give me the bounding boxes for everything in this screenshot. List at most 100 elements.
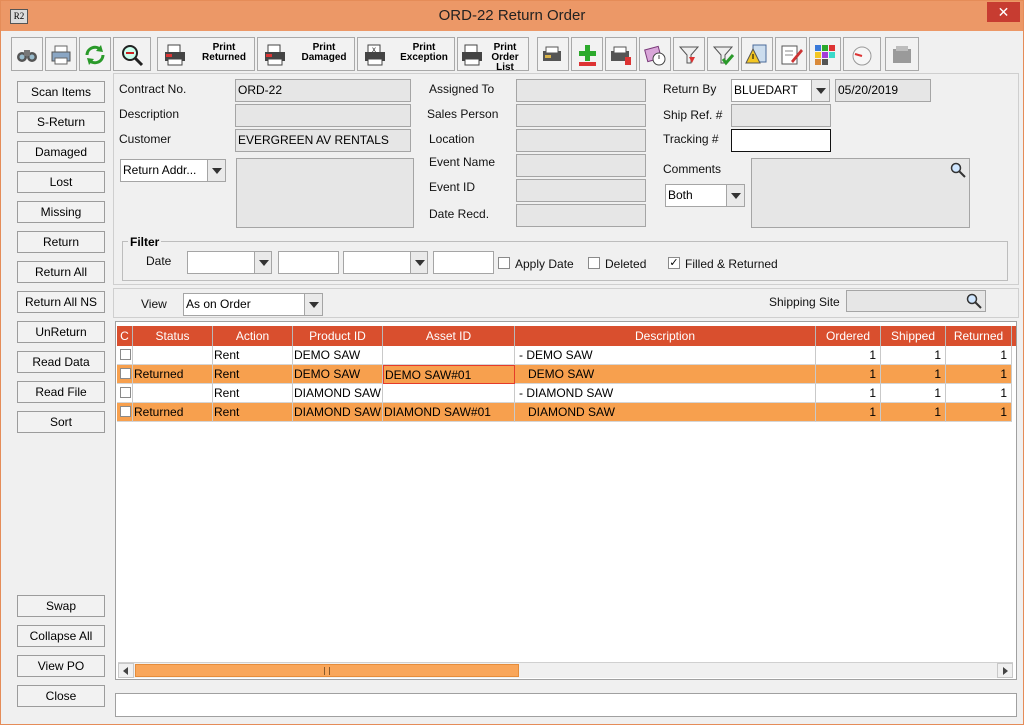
grid-colors-button[interactable]: [809, 37, 841, 71]
time-to-field[interactable]: [433, 251, 494, 274]
unreturn-button[interactable]: UnReturn: [17, 321, 105, 343]
printer-disabled-button[interactable]: [885, 37, 919, 71]
description-field[interactable]: [235, 104, 411, 127]
print-order-list-button[interactable]: Print Order List: [457, 37, 529, 73]
return-by-select[interactable]: BLUEDART: [731, 79, 830, 102]
column-header-description[interactable]: Description: [515, 326, 816, 346]
damaged-button[interactable]: Damaged: [17, 141, 105, 163]
close-window-button[interactable]: ✕: [987, 2, 1020, 22]
horizontal-scrollbar[interactable]: [118, 662, 1013, 678]
column-header-action[interactable]: Action: [213, 326, 293, 346]
column-header-shipped[interactable]: Shipped: [881, 326, 946, 346]
search-icon[interactable]: [950, 162, 966, 178]
cell-description: DEMO SAW: [515, 365, 816, 384]
table-row[interactable]: Rent DIAMOND SAW - DIAMOND SAW 1 1 1: [116, 384, 1016, 403]
table-row[interactable]: Rent DEMO SAW - DEMO SAW 1 1 1: [116, 346, 1016, 365]
ship-ref-label: Ship Ref. #: [663, 108, 723, 122]
return-all-button[interactable]: Return All: [17, 261, 105, 283]
read-file-button[interactable]: Read File: [17, 381, 105, 403]
filter-check-button[interactable]: [707, 37, 739, 71]
edit-button[interactable]: [775, 37, 807, 71]
print-returned-button[interactable]: Print Returned: [157, 37, 255, 71]
column-header-ordered[interactable]: Ordered: [816, 326, 881, 346]
return-by-value: BLUEDART: [734, 83, 798, 97]
scroll-right-button[interactable]: [997, 663, 1013, 678]
scroll-thumb[interactable]: [135, 664, 519, 677]
table-row[interactable]: Returned Rent DIAMOND SAW DIAMOND SAW#01…: [116, 403, 1016, 422]
column-header-c[interactable]: C: [117, 326, 133, 346]
filled-returned-checkbox[interactable]: ✓: [668, 257, 680, 269]
return-all-ns-button[interactable]: Return All NS: [17, 291, 105, 313]
calendar-clock-button[interactable]: [639, 37, 671, 71]
print-button[interactable]: [45, 37, 77, 71]
gauge-button[interactable]: [843, 37, 881, 71]
filter-date-label: Date: [146, 254, 172, 268]
column-header-returned[interactable]: Returned: [946, 326, 1012, 346]
time-from-field[interactable]: [278, 251, 339, 274]
sort-button[interactable]: Sort: [17, 411, 105, 433]
print-damaged-button[interactable]: Print Damaged: [257, 37, 355, 71]
collapse-all-button[interactable]: Collapse All: [17, 625, 105, 647]
deleted-checkbox[interactable]: [588, 257, 600, 269]
scroll-left-button[interactable]: [118, 663, 134, 678]
chevron-down-icon: [410, 252, 427, 273]
row-checkbox[interactable]: [120, 349, 131, 360]
binoculars-button[interactable]: [11, 37, 43, 71]
row-checkbox[interactable]: [120, 368, 131, 379]
missing-button[interactable]: Missing: [17, 201, 105, 223]
search-icon[interactable]: [966, 293, 982, 309]
apply-date-checkbox[interactable]: [498, 257, 510, 269]
print-exception-button[interactable]: x Print Exception: [357, 37, 455, 71]
date-from-select[interactable]: [187, 251, 272, 274]
cell-asset-id: DIAMOND SAW#01: [383, 403, 515, 422]
add-button[interactable]: [571, 37, 603, 71]
column-header-asset-id[interactable]: Asset ID: [383, 326, 515, 346]
cell-description: - DIAMOND SAW: [515, 384, 816, 403]
lost-button[interactable]: Lost: [17, 171, 105, 193]
svg-text:x: x: [372, 45, 376, 54]
close-button[interactable]: Close: [17, 685, 105, 707]
read-data-button[interactable]: Read Data: [17, 351, 105, 373]
row-checkbox[interactable]: [120, 406, 131, 417]
column-header-product-id[interactable]: Product ID: [293, 326, 383, 346]
sales-person-field[interactable]: [516, 104, 646, 127]
shipping-site-field[interactable]: [846, 290, 986, 312]
date-recd-field[interactable]: [516, 204, 646, 227]
assigned-to-field[interactable]: [516, 79, 646, 102]
warning-doc-button[interactable]: [741, 37, 773, 71]
s-return-button[interactable]: S-Return: [17, 111, 105, 133]
return-button[interactable]: Return: [17, 231, 105, 253]
tracking-field[interactable]: [731, 129, 831, 152]
return-date-field[interactable]: 05/20/2019: [835, 79, 931, 102]
location-field[interactable]: [516, 129, 646, 152]
view-select[interactable]: As on Order: [183, 293, 323, 316]
table-row[interactable]: Returned Rent DEMO SAW DEMO SAW#01 DEMO …: [116, 365, 1016, 384]
return-address-select[interactable]: Return Addr...: [120, 159, 226, 182]
edit-icon: [781, 45, 803, 65]
funnel-button[interactable]: [673, 37, 705, 71]
ship-ref-field[interactable]: [731, 104, 831, 127]
comments-select[interactable]: Both: [665, 184, 745, 207]
contract-no-label: Contract No.: [119, 82, 187, 96]
cell-returned: 1: [946, 365, 1012, 384]
row-checkbox[interactable]: [120, 387, 131, 398]
header-edge: [1012, 326, 1016, 346]
contract-no-field[interactable]: ORD-22: [235, 79, 411, 102]
view-po-button[interactable]: View PO: [17, 655, 105, 677]
title-bar: R2 ORD-22 Return Order ✕: [1, 1, 1023, 31]
cell-action: Rent: [213, 346, 293, 365]
comments-box[interactable]: [751, 158, 970, 228]
date-to-select[interactable]: [343, 251, 428, 274]
customer-field[interactable]: EVERGREEN AV RENTALS: [235, 129, 411, 152]
swap-button[interactable]: Swap: [17, 595, 105, 617]
scan-items-button[interactable]: Scan Items: [17, 81, 105, 103]
return-address-box[interactable]: [236, 158, 414, 228]
event-name-field[interactable]: [516, 154, 646, 177]
scanner-alert-button[interactable]: [605, 37, 637, 71]
refresh-button[interactable]: [79, 37, 111, 71]
scanner-button[interactable]: [537, 37, 569, 71]
zoom-button[interactable]: [113, 37, 151, 71]
event-id-field[interactable]: [516, 179, 646, 202]
column-header-status[interactable]: Status: [133, 326, 213, 346]
cell-asset-id-selected[interactable]: DEMO SAW#01: [383, 365, 515, 384]
